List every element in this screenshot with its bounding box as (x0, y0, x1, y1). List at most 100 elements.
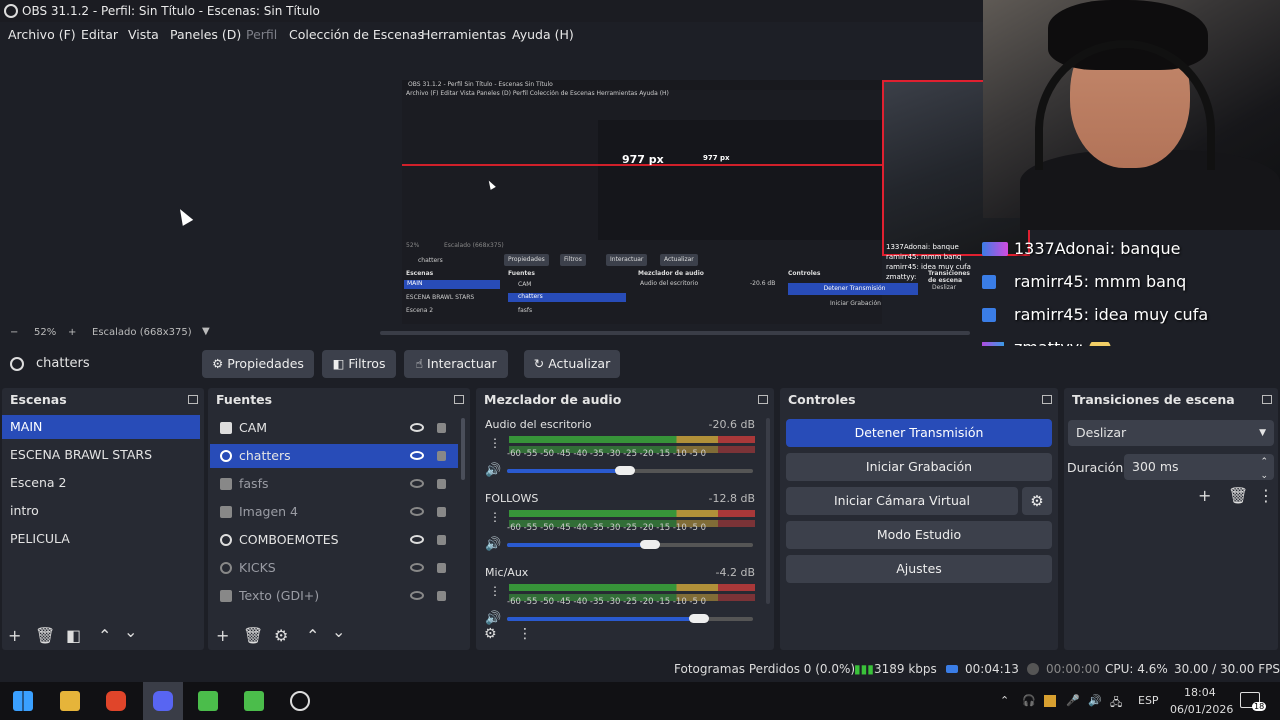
volume-slider-knob[interactable] (615, 466, 635, 475)
undock-icon[interactable] (758, 395, 768, 404)
microphone-icon[interactable]: 🎤 (1066, 694, 1080, 707)
scene-item-escena-2[interactable]: Escena 2 (2, 471, 200, 495)
source-item-imagen-4[interactable]: Imagen 4 (210, 500, 458, 524)
bitrate: 3189 kbps (874, 662, 937, 676)
zoom-in-button[interactable]: + (68, 327, 76, 338)
source-item-fasfs[interactable]: fasfs (210, 472, 458, 496)
hidden-eye-icon[interactable] (410, 507, 424, 516)
move-scene-down-icon[interactable]: ⌄ (124, 622, 137, 641)
advanced-audio-gear-icon[interactable]: ⚙ (484, 626, 497, 642)
stop-stream-button[interactable]: Detener Transmisión (786, 419, 1052, 447)
undock-icon[interactable] (1042, 395, 1052, 404)
undock-icon[interactable] (188, 395, 198, 404)
headphones-icon[interactable]: 🎧 (1022, 694, 1036, 707)
discord-icon[interactable] (153, 691, 173, 711)
properties-button[interactable]: ⚙ Propiedades (202, 350, 314, 378)
sources-scrollbar[interactable] (461, 418, 465, 480)
tray-expand-icon[interactable]: ⌃ (1000, 694, 1009, 707)
zoom-out-button[interactable]: − (10, 327, 18, 338)
speaker-icon[interactable]: 🔊 (485, 537, 501, 552)
speaker-icon[interactable]: 🔊 (485, 463, 501, 478)
source-item-chatters[interactable]: chatters (210, 444, 458, 468)
speaker-icon[interactable]: 🔊 (485, 611, 501, 626)
channel-menu-icon[interactable]: ⋮ (489, 584, 501, 598)
menu-ayuda[interactable]: Ayuda (H) (512, 27, 574, 42)
lock-icon[interactable] (437, 507, 446, 517)
mixer-menu-icon[interactable]: ⋮ (518, 626, 532, 642)
source-item-texto-gdi[interactable]: Texto (GDI+) (210, 584, 458, 608)
file-explorer-icon[interactable] (60, 691, 80, 711)
lock-icon[interactable] (437, 563, 446, 573)
visibility-eye-icon[interactable] (410, 535, 424, 544)
move-scene-up-icon[interactable]: ⌃ (98, 626, 111, 645)
source-item-cam[interactable]: CAM (210, 416, 458, 440)
undock-icon[interactable] (454, 395, 464, 404)
tray-app-icon[interactable] (1044, 695, 1056, 707)
source-item-comboemotes[interactable]: COMBOEMOTES (210, 528, 458, 552)
hidden-eye-icon[interactable] (410, 591, 424, 600)
minecraft-icon[interactable] (244, 691, 264, 711)
clock-date[interactable]: 06/01/2026 (1170, 703, 1233, 716)
menu-herramientas[interactable]: Herramientas (421, 27, 506, 42)
refresh-button[interactable]: ↻ Actualizar (524, 350, 620, 378)
move-source-up-icon[interactable]: ⌃ (306, 626, 319, 645)
scene-item-escena-brawl-stars[interactable]: ESCENA BRAWL STARS (2, 443, 200, 467)
add-source-icon[interactable]: + (216, 626, 229, 645)
volume-slider-knob[interactable] (640, 540, 660, 549)
undock-icon[interactable] (1262, 395, 1272, 404)
menu-vista[interactable]: Vista (128, 27, 159, 42)
menu-coleccion-escenas[interactable]: Colección de Escenas (289, 27, 424, 42)
transition-menu-icon[interactable]: ⋮ (1258, 486, 1274, 505)
windows-start-icon[interactable] (13, 691, 33, 711)
lock-icon[interactable] (437, 423, 446, 433)
lock-icon[interactable] (437, 535, 446, 545)
menu-archivo[interactable]: Archivo (F) (8, 27, 76, 42)
start-recording-button[interactable]: Iniciar Grabación (786, 453, 1052, 481)
volume-slider-knob[interactable] (689, 614, 709, 623)
lock-icon[interactable] (437, 591, 446, 601)
hidden-eye-icon[interactable] (410, 479, 424, 488)
lock-icon[interactable] (437, 479, 446, 489)
chevron-down-icon[interactable]: ▼ (202, 326, 210, 337)
channel-menu-icon[interactable]: ⋮ (489, 510, 501, 524)
scaling-select[interactable]: Escalado (668x375) (92, 327, 192, 338)
move-source-down-icon[interactable]: ⌄ (332, 622, 345, 641)
studio-mode-button[interactable]: Modo Estudio (786, 521, 1052, 549)
nested-source-fasfs: fasfs (518, 307, 533, 314)
preview-scrollbar[interactable] (380, 331, 970, 335)
language-indicator[interactable]: ESP (1138, 694, 1159, 707)
filters-button[interactable]: ◧ Filtros (322, 350, 396, 378)
settings-button[interactable]: Ajustes (786, 555, 1052, 583)
remove-source-icon[interactable]: 🗑 (243, 626, 263, 645)
scene-item-pelicula[interactable]: PELICULA (2, 527, 200, 551)
lock-icon[interactable] (437, 451, 446, 461)
remove-transition-icon[interactable]: 🗑 (1228, 486, 1248, 505)
interact-button[interactable]: ☝ Interactuar (404, 350, 508, 378)
scene-item-main[interactable]: MAIN (2, 415, 200, 439)
volume-icon[interactable]: 🔊 (1088, 694, 1102, 707)
add-scene-icon[interactable]: + (8, 626, 21, 645)
source-settings-gear-icon[interactable]: ⚙ (274, 626, 288, 645)
obs-taskbar-icon[interactable] (290, 691, 310, 711)
remove-scene-icon[interactable]: 🗑 (35, 626, 55, 645)
start-virtual-camera-button[interactable]: Iniciar Cámara Virtual (786, 487, 1018, 515)
visibility-eye-icon[interactable] (410, 423, 424, 432)
clock-time[interactable]: 18:04 (1184, 686, 1216, 699)
channel-menu-icon[interactable]: ⋮ (489, 436, 501, 450)
visibility-eye-icon[interactable] (410, 451, 424, 460)
minecraft-launcher-icon[interactable] (198, 691, 218, 711)
transition-select[interactable]: Deslizar ▼ (1068, 420, 1274, 446)
source-item-kicks[interactable]: KICKS (210, 556, 458, 580)
mixer-scrollbar[interactable] (766, 418, 770, 604)
network-icon[interactable]: 🖧 (1110, 694, 1122, 713)
duration-spinbox[interactable]: 300 ms ⌃ ⌄ (1124, 454, 1274, 481)
brave-browser-icon[interactable] (106, 691, 126, 711)
menu-paneles[interactable]: Paneles (D) (170, 27, 241, 42)
menu-editar[interactable]: Editar (81, 27, 118, 42)
scene-item-intro[interactable]: intro (2, 499, 200, 523)
virtual-camera-settings-gear-icon[interactable]: ⚙ (1022, 487, 1052, 515)
add-transition-icon[interactable]: + (1198, 486, 1211, 505)
menu-perfil[interactable]: Perfil (246, 27, 277, 42)
scene-filters-icon[interactable]: ◧ (66, 626, 81, 645)
hidden-eye-icon[interactable] (410, 563, 424, 572)
